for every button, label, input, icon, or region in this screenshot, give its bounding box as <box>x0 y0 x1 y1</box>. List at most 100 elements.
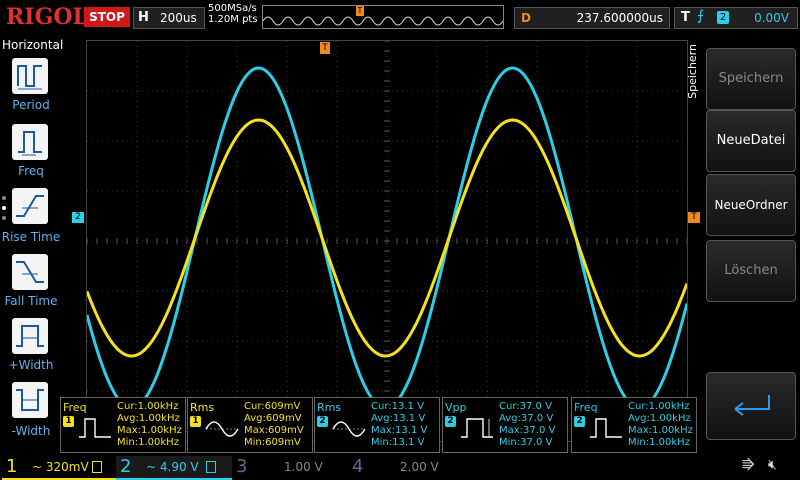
channel-4-status[interactable]: 4 2.00 V <box>348 456 464 478</box>
trigger-display[interactable]: T ⨍ 2 0.00V <box>674 7 798 29</box>
vpp-icon <box>461 418 493 438</box>
rms-icon <box>205 421 239 437</box>
menu-title: Horizontal <box>2 38 64 52</box>
memory-depth: 1.20M pts <box>208 14 258 25</box>
new-file-softkey[interactable]: NeueDatei <box>706 110 796 172</box>
waveform-display[interactable] <box>85 40 689 442</box>
sample-rate: 500MSa/s <box>208 3 257 14</box>
measurement-name: Vpp <box>445 401 467 414</box>
measurement-current: Cur:1.00kHz <box>117 401 179 412</box>
return-arrow-icon <box>734 395 770 416</box>
coupling-icon <box>92 461 102 473</box>
channel-badge: 2 <box>445 416 456 427</box>
measurement-average: Avg:1.00kHz <box>628 413 691 424</box>
frequency-icon <box>590 418 622 438</box>
measurement-min: Min:1.00kHz <box>117 437 179 448</box>
period-icon <box>17 65 42 90</box>
return-softkey[interactable] <box>706 372 796 440</box>
trigger-source-badge: 2 <box>717 11 729 24</box>
horizontal-timebase[interactable]: H 200us <box>133 7 205 29</box>
channel-badge: 2 <box>574 416 585 427</box>
measurement-name: Rms <box>317 401 342 414</box>
measurement-max: Max:1.00kHz <box>628 425 693 436</box>
trigger-letter: T <box>681 10 690 25</box>
channel-scale: 2.00 V <box>400 460 439 474</box>
positive-width-icon <box>16 325 44 347</box>
frequency-label: Freq <box>18 164 44 178</box>
measurement-min: Min:1.00kHz <box>628 437 690 448</box>
frequency-button[interactable] <box>12 124 48 160</box>
trigger-position-marker: T <box>356 6 364 16</box>
measurement-item[interactable]: Vpp 2 Cur:37.0 V Avg:37.0 V Max:37.0 V M… <box>442 397 568 453</box>
negative-width-label: -Width <box>11 424 51 438</box>
measurement-average: Avg:37.0 V <box>499 413 554 424</box>
channel-scale: 1.00 V <box>284 460 323 474</box>
ch2-ground-marker[interactable]: 2 <box>72 212 84 223</box>
measurement-min: Min:13.1 V <box>371 437 425 448</box>
horizontal-letter: H <box>138 10 149 25</box>
channel-number: 1 <box>6 456 18 477</box>
save-softkey[interactable]: Speichern <box>706 48 796 110</box>
rms-icon <box>332 421 366 437</box>
channel-2-status[interactable]: 2 ~ 4.90 V <box>116 456 232 480</box>
negative-width-button[interactable] <box>12 382 48 418</box>
measurement-max: Max:37.0 V <box>499 425 556 436</box>
positive-width-button[interactable] <box>12 318 48 354</box>
new-folder-softkey[interactable]: NeueOrdner <box>706 174 796 236</box>
rise-time-button[interactable] <box>12 188 48 224</box>
delay-letter: D <box>521 11 531 25</box>
measurement-max: Max:1.00kHz <box>117 425 182 436</box>
rise-time-label: Rise Time <box>1 230 61 244</box>
measurement-min: Min:37.0 V <box>499 437 553 448</box>
delay-display[interactable]: D 237.600000us <box>514 7 670 29</box>
channel-number: 2 <box>120 456 132 477</box>
measurement-name: Freq <box>574 401 598 414</box>
channel-scale: ~ 4.90 V <box>146 460 199 474</box>
measurement-item[interactable]: Freq 2 Cur:1.00kHz Avg:1.00kHz Max:1.00k… <box>571 397 697 453</box>
sample-info: 500MSa/s 1.20M pts <box>208 3 258 25</box>
delete-softkey[interactable]: Löschen <box>706 240 796 302</box>
period-button[interactable] <box>12 58 48 94</box>
measurement-item[interactable]: Rms 2 Cur:13.1 V Avg:13.1 V Max:13.1 V M… <box>314 397 440 453</box>
channel-badge: 2 <box>317 416 328 427</box>
channel-number: 4 <box>352 456 364 477</box>
measurement-name: Rms <box>190 401 215 414</box>
rise-time-icon <box>16 195 44 217</box>
top-status-bar: RIGOL STOP H 200us 500MSa/s 1.20M pts T … <box>0 0 800 34</box>
channel-badge: 1 <box>190 416 201 427</box>
channel-3-status[interactable]: 3 1.00 V <box>232 456 348 478</box>
usb-icon: ⭆ <box>742 458 755 474</box>
channel-scale: ~ 320mV <box>32 460 89 474</box>
trigger-time-marker[interactable]: T <box>320 42 330 54</box>
measurement-current: Cur:37.0 V <box>499 401 552 412</box>
measurement-item[interactable]: Rms 1 Cur:609mV Avg:609mV Max:609mV Min:… <box>187 397 313 453</box>
channel-status-bar: 1 ~ 320mV 2 ~ 4.90 V 3 1.00 V 4 2.00 V ⭆… <box>0 454 800 480</box>
fall-time-icon <box>16 261 44 283</box>
memory-overview[interactable]: T <box>262 5 504 29</box>
measurement-max: Max:13.1 V <box>371 425 428 436</box>
menu-page-indicator <box>2 196 6 220</box>
negative-width-icon <box>16 389 44 411</box>
delay-value: 237.600000us <box>576 11 663 25</box>
channel-badge: 1 <box>63 416 74 427</box>
measurement-current: Cur:1.00kHz <box>628 401 690 412</box>
waveform-grid <box>85 40 689 442</box>
channel-1-status[interactable]: 1 ~ 320mV <box>2 456 118 480</box>
softkey-menu-title: Speichern <box>686 44 699 99</box>
measurement-min: Min:609mV <box>244 437 301 448</box>
brand-logo: RIGOL <box>6 4 88 30</box>
measure-menu-panel: Horizontal Period Freq Rise Time Fall Ti… <box>0 36 64 450</box>
frequency-icon <box>79 418 111 438</box>
sound-muted-icon: 🔇︎ <box>768 457 777 473</box>
fall-time-button[interactable] <box>12 254 48 290</box>
measurement-average: Avg:1.00kHz <box>117 413 180 424</box>
frequency-icon <box>18 131 42 156</box>
softkey-panel: Speichern Speichern NeueDatei NeueOrdner… <box>686 36 800 450</box>
coupling-icon <box>206 461 216 473</box>
measurement-average: Avg:13.1 V <box>371 413 426 424</box>
measurement-item[interactable]: Freq 1 Cur:1.00kHz Avg:1.00kHz Max:1.00k… <box>60 397 186 453</box>
positive-width-label: +Width <box>8 358 54 372</box>
measurement-name: Freq <box>63 401 87 414</box>
measurement-current: Cur:13.1 V <box>371 401 424 412</box>
run-stop-indicator[interactable]: STOP <box>84 7 130 27</box>
